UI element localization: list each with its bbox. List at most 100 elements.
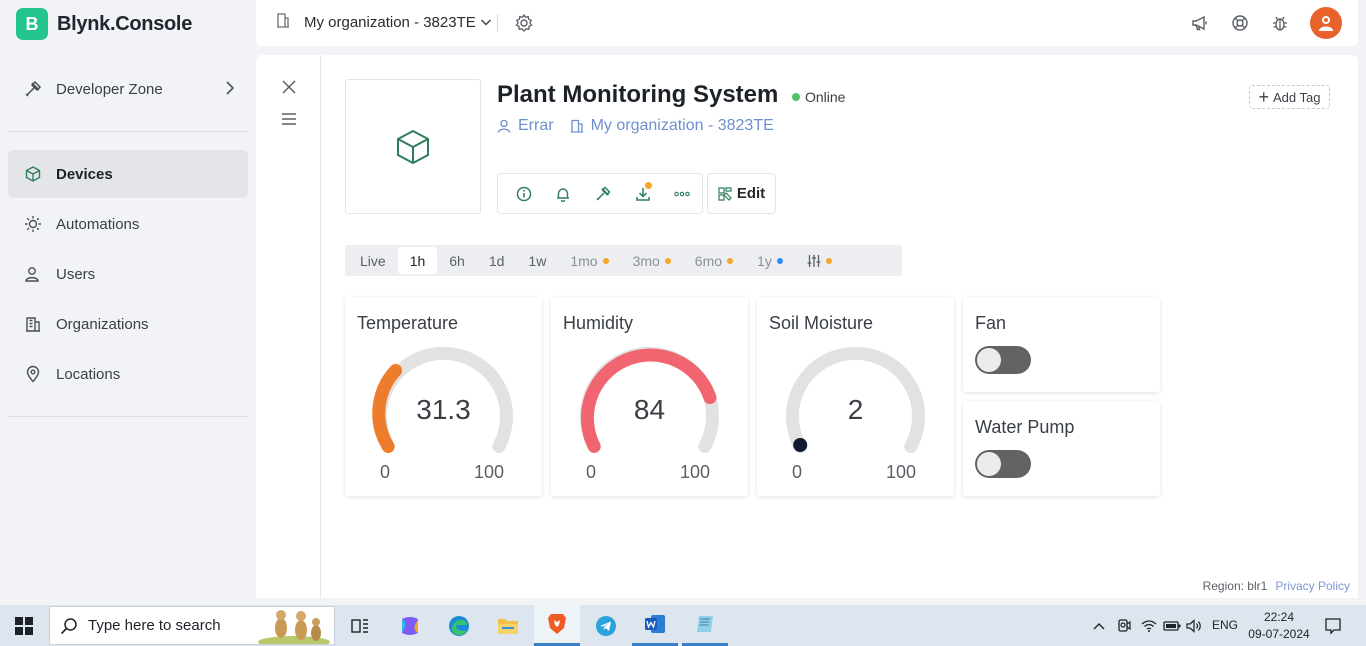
top-bar: My organization - 3823TE	[256, 0, 1358, 46]
fan-switch[interactable]	[975, 346, 1031, 374]
sidebar-divider	[8, 416, 248, 417]
language-indicator[interactable]: ENG	[1212, 618, 1238, 632]
lifebuoy-icon[interactable]	[1230, 13, 1250, 33]
time-range-label: 3mo	[632, 252, 660, 269]
more-button[interactable]	[662, 179, 702, 209]
sidebar-item-label: Devices	[56, 165, 113, 183]
device-owner-link[interactable]: Errar	[497, 117, 554, 135]
start-button[interactable]	[0, 605, 48, 646]
time-range-1mo[interactable]: 1mo	[558, 247, 620, 274]
search-placeholder: Type here to search	[88, 617, 221, 634]
widget-title: Fan	[975, 313, 1007, 333]
menu-icon[interactable]	[279, 109, 299, 129]
time-range-1w[interactable]: 1w	[516, 247, 558, 274]
network-tray[interactable]	[1138, 605, 1160, 646]
avatar[interactable]	[1310, 7, 1342, 39]
time-range-6mo[interactable]: 6mo	[683, 247, 745, 274]
task-view-icon	[351, 618, 368, 633]
building-icon	[276, 12, 290, 32]
upgrade-dot	[825, 257, 832, 264]
brave-app[interactable]	[534, 605, 580, 646]
meet-now-tray[interactable]	[1113, 605, 1135, 646]
bug-icon[interactable]	[1270, 13, 1290, 33]
add-tag-label: Add Tag	[1273, 89, 1321, 105]
word-app[interactable]	[632, 605, 678, 646]
clock-time: 22:24	[1263, 610, 1295, 624]
battery-tray[interactable]	[1161, 605, 1183, 646]
edge-app[interactable]	[436, 605, 482, 646]
clock[interactable]: 22:24 09-07-2024	[1248, 609, 1310, 643]
sidebar-item-locations[interactable]: Locations	[8, 350, 248, 398]
privacy-policy-link[interactable]: Privacy Policy	[1275, 579, 1350, 593]
time-range-label: 1d	[488, 252, 505, 269]
upgrade-dot	[727, 257, 734, 264]
notification-dot	[645, 181, 653, 189]
upgrade-dot	[602, 257, 609, 264]
megaphone-icon[interactable]	[1190, 13, 1210, 33]
cube-icon	[397, 129, 429, 164]
sidebar-item-label: Automations	[56, 215, 140, 233]
time-range-3mo[interactable]: 3mo	[621, 247, 683, 274]
tools-icon	[24, 80, 42, 98]
sidebar-item-label: Users	[56, 265, 96, 283]
sidebar-item-organizations[interactable]: Organizations	[8, 300, 248, 348]
show-hidden-icons-button[interactable]	[1088, 605, 1110, 646]
status-dot	[792, 93, 800, 101]
info-icon	[516, 186, 532, 202]
clock-date: 09-07-2024	[1248, 627, 1310, 641]
info-button[interactable]	[504, 179, 544, 209]
notifications-button[interactable]	[544, 179, 584, 209]
add-tag-button[interactable]: + Add Tag	[1249, 85, 1330, 109]
speaker-icon	[1186, 618, 1201, 633]
edit-label: Edit	[736, 185, 766, 202]
developer-zone-label: Developer Zone	[56, 80, 163, 98]
top-icons	[1190, 7, 1342, 39]
sidebar-divider	[8, 131, 248, 132]
footer: Region: blr1 Privacy Policy	[1203, 579, 1350, 593]
sidebar: B Blynk.Console Developer Zone Devices A…	[0, 0, 256, 605]
file-explorer-app[interactable]	[485, 605, 531, 646]
fan-widget: Fan	[963, 297, 1160, 392]
time-range-label: 1mo	[570, 252, 598, 269]
time-range-1d[interactable]: 1d	[477, 247, 517, 274]
time-range-custom[interactable]	[795, 247, 844, 274]
task-view-button[interactable]	[337, 605, 383, 646]
app-logo[interactable]: B Blynk.Console	[16, 8, 192, 40]
telegram-app[interactable]	[583, 605, 629, 646]
panel-rail	[256, 55, 321, 598]
soil-moisture-widget[interactable]: Soil Moisture 2 0 100	[757, 297, 954, 496]
gauge-max: 100	[474, 462, 505, 482]
gear-icon[interactable]	[514, 13, 534, 38]
taskbar-search[interactable]: Type here to search	[49, 606, 335, 645]
sidebar-item-users[interactable]: Users	[8, 250, 248, 298]
time-range-1y[interactable]: 1y	[745, 247, 795, 274]
water-pump-switch[interactable]	[975, 450, 1031, 478]
developer-zone-link[interactable]: Developer Zone	[8, 68, 248, 110]
humidity-widget[interactable]: Humidity 84 0 100	[551, 297, 748, 496]
time-range-bar: Live 1h 6h 1d 1w 1mo 3mo 6mo 1y	[345, 245, 902, 276]
time-range-live[interactable]: Live	[348, 247, 398, 274]
time-range-6h[interactable]: 6h	[437, 247, 477, 274]
notifications-tray[interactable]	[1320, 605, 1346, 646]
edit-button[interactable]: Edit	[707, 173, 776, 214]
time-range-1h[interactable]: 1h	[397, 247, 438, 274]
sidebar-item-devices[interactable]: Devices	[8, 150, 248, 198]
sidebar-item-automations[interactable]: Automations	[8, 200, 248, 248]
sun-icon	[24, 215, 42, 233]
tools-button[interactable]	[583, 179, 623, 209]
volume-tray[interactable]	[1184, 605, 1206, 646]
time-range-label: 1h	[409, 252, 426, 269]
more-icon	[674, 191, 690, 197]
close-icon[interactable]	[279, 77, 299, 97]
device-org-link[interactable]: My organization - 3823TE	[570, 117, 774, 135]
status-badge: Online	[792, 89, 845, 105]
sidebar-item-label: Organizations	[56, 315, 149, 333]
temperature-widget[interactable]: Temperature 31.3 0 100	[345, 297, 542, 496]
copilot-app[interactable]	[387, 605, 433, 646]
download-button[interactable]	[623, 179, 663, 209]
users-icon	[24, 265, 42, 283]
notepad-app[interactable]	[682, 605, 728, 646]
user-icon	[497, 119, 511, 133]
wifi-icon	[1141, 619, 1157, 632]
org-selector[interactable]: My organization - 3823TE	[276, 12, 492, 32]
